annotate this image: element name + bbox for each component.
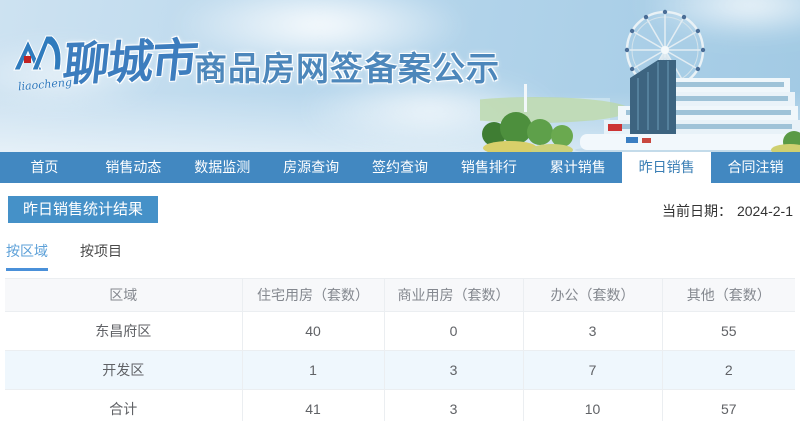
tab-by-region[interactable]: 按区域 [6, 241, 48, 271]
tab-by-project[interactable]: 按项目 [80, 241, 122, 271]
table-header-cell: 区域 [5, 279, 242, 312]
table-row: 东昌府区400355 [5, 312, 795, 351]
table-row-total: 合计4131057 [5, 390, 795, 421]
nav-item[interactable]: 签约查询 [356, 152, 445, 183]
nav-item[interactable]: 销售动态 [89, 152, 178, 183]
table-body: 东昌府区400355开发区1372合计4131057 [5, 312, 795, 421]
value-cell: 41 [242, 390, 384, 421]
value-cell: 57 [662, 390, 795, 421]
site-banner: liaocheng 聊城市 商品房网签备案公示 [0, 0, 800, 152]
value-cell: 10 [523, 390, 662, 421]
value-cell: 3 [384, 390, 523, 421]
value-cell: 1 [242, 351, 384, 390]
nav-item[interactable]: 首页 [0, 152, 89, 183]
table-header-cell: 商业用房（套数） [384, 279, 523, 312]
sales-table: 区域住宅用房（套数）商业用房（套数）办公（套数）其他（套数） 东昌府区40035… [5, 278, 795, 421]
value-cell: 3 [523, 312, 662, 351]
value-cell: 40 [242, 312, 384, 351]
current-date-value: 2024-2-1 [737, 203, 793, 219]
region-cell: 开发区 [5, 351, 242, 390]
nav-item[interactable]: 房源查询 [267, 152, 356, 183]
table-header-cell: 住宅用房（套数） [242, 279, 384, 312]
view-tabs: 按区域 按项目 [6, 241, 154, 271]
value-cell: 2 [662, 351, 795, 390]
shoreline [480, 84, 630, 123]
value-cell: 0 [384, 312, 523, 351]
table-row: 开发区1372 [5, 351, 795, 390]
section-title-badge: 昨日销售统计结果 [8, 196, 158, 223]
page: liaocheng 聊城市 商品房网签备案公示 首页销售动态数据监测房源查询签约… [0, 0, 800, 421]
nav-item[interactable]: 昨日销售 [622, 152, 711, 183]
region-cell: 东昌府区 [5, 312, 242, 351]
current-date-label: 当前日期： [662, 203, 732, 219]
table-header-row: 区域住宅用房（套数）商业用房（套数）办公（套数）其他（套数） [5, 279, 795, 312]
site-title: 商品房网签备案公示 [194, 42, 500, 90]
table-header-cell: 办公（套数） [523, 279, 662, 312]
value-cell: 55 [662, 312, 795, 351]
table-header-cell: 其他（套数） [662, 279, 795, 312]
nav-item[interactable]: 累计销售 [533, 152, 622, 183]
nav-item[interactable]: 合同注销 [711, 152, 800, 183]
value-cell: 3 [384, 351, 523, 390]
city-name: 聊城市 [60, 24, 200, 95]
logo-m-icon [12, 32, 66, 78]
region-cell: 合计 [5, 390, 242, 421]
main-nav: 首页销售动态数据监测房源查询签约查询销售排行累计销售昨日销售合同注销 [0, 152, 800, 183]
value-cell: 7 [523, 351, 662, 390]
nav-item[interactable]: 销售排行 [444, 152, 533, 183]
nav-item[interactable]: 数据监测 [178, 152, 267, 183]
current-date: 当前日期： 2024-2-1 [662, 201, 793, 221]
banner-scenery-illustration [480, 0, 800, 152]
